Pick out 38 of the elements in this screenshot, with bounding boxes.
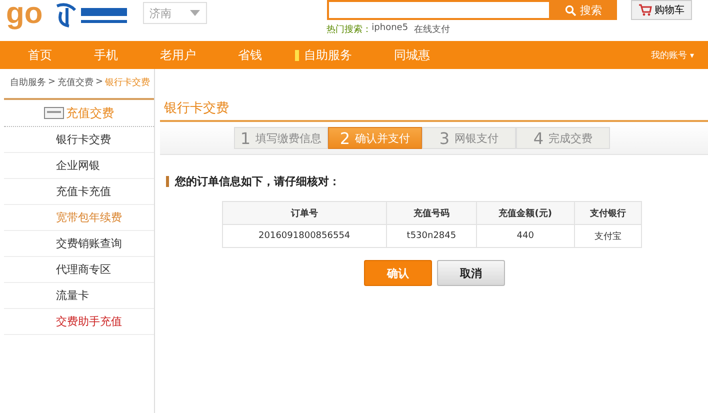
table-cell: 支付宝 [574,224,642,248]
cancel-button[interactable]: 取消 [437,260,505,286]
breadcrumb-separator: > [96,77,104,87]
column-header: 支付银行 [574,202,642,224]
column-header: 充值金额(元) [476,202,574,224]
dropdown-caret-icon [190,10,200,16]
search-field[interactable] [326,0,551,20]
breadcrumb-link[interactable]: 充值交费 [58,76,94,88]
hot-search-link[interactable]: iphone5 [372,23,408,36]
breadcrumb-link[interactable]: 自助服务 [10,76,46,88]
sidebar-item[interactable]: 充值卡充值 [56,185,111,198]
progress-step: 4 完成交费 [516,127,610,149]
card-icon [44,107,64,119]
city-select[interactable]: 济南 [142,2,207,24]
sidebar-item[interactable]: 代理商专区 [56,263,111,276]
sidebar-item[interactable]: 企业网银 [56,159,100,172]
sidebar-item[interactable]: 宽带包年续费 [56,211,122,224]
column-header: 订单号 [222,202,386,224]
sidebar-item[interactable]: 交费助手充值 [56,315,122,328]
sidebar-title: 充值交费 [66,104,114,122]
progress-step: 3 网银支付 [422,127,516,149]
table-cell: 2016091800856554 [222,224,386,248]
hot-search-label: 热门搜索： [326,24,372,36]
search-icon [565,4,576,16]
progress-step: 2 确认并支付 [328,127,422,149]
table-cell: t530n2845 [386,224,477,248]
hot-search-link[interactable]: 在线支付 [414,23,450,36]
sidebar-item[interactable]: 流量卡 [56,289,89,302]
table-cell: 440 [476,224,574,248]
sidebar-item[interactable]: 交费销账查询 [56,237,122,250]
column-header: 充值号码 [386,202,477,224]
cart-icon [638,4,652,16]
cart-button[interactable]: 购物车 [630,0,692,20]
notice-text: 您的订单信息如下，请仔细核对： [175,174,340,188]
active-marker-icon [295,50,299,60]
sidebar-item[interactable]: 银行卡交费 [56,133,111,146]
progress-step: 1 填写缴费信息 [234,127,328,149]
breadcrumb-separator: > [48,77,56,87]
